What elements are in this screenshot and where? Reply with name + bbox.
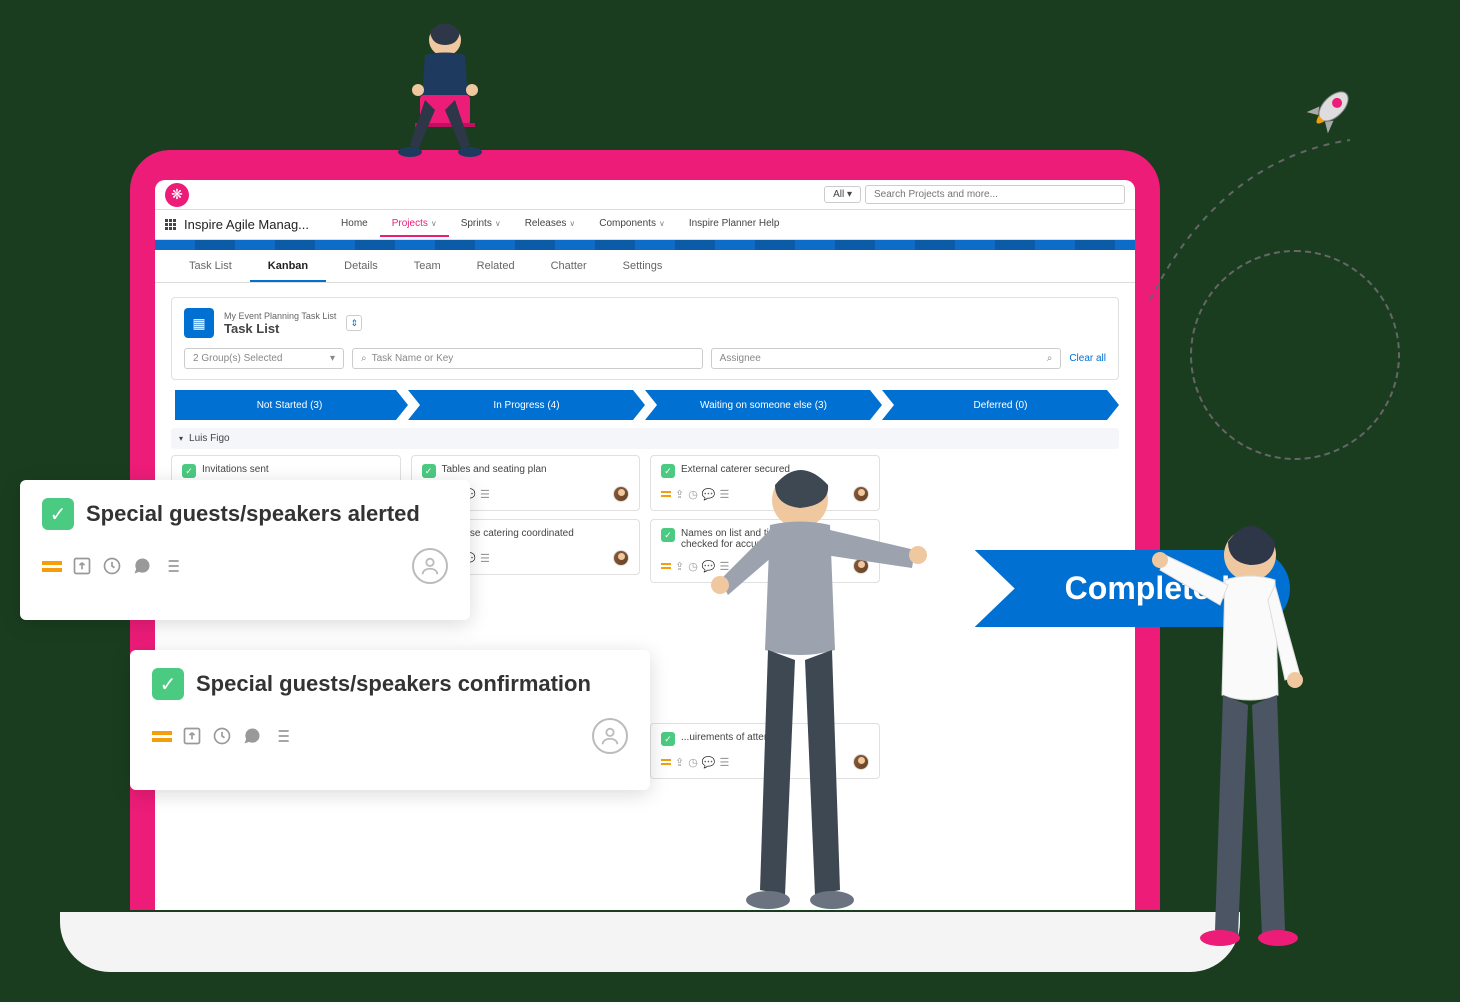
tab-settings[interactable]: Settings [605, 250, 681, 282]
upload-icon [182, 726, 202, 746]
nav-sprints[interactable]: Sprints∨ [449, 212, 513, 237]
priority-icon [152, 731, 172, 742]
task-search-placeholder: Task Name or Key [372, 353, 454, 364]
header-wave-divider [155, 240, 1135, 250]
task-list-icon: ▦ [184, 308, 214, 338]
brand-bar: ❋ All ▾ [155, 180, 1135, 210]
assignee-avatar-placeholder [592, 718, 628, 754]
search-scope-dropdown[interactable]: All ▾ [824, 186, 861, 203]
swimlane-name: Luis Figo [189, 433, 230, 444]
nav-components[interactable]: Components∨ [587, 212, 677, 237]
app-launcher-icon[interactable] [165, 219, 176, 230]
assignee-avatar [613, 486, 629, 502]
illustration-person-standing-left [670, 450, 950, 950]
tab-kanban[interactable]: Kanban [250, 250, 326, 282]
laptop-base [60, 912, 1240, 972]
tab-details[interactable]: Details [326, 250, 396, 282]
group-filter-label: 2 Group(s) Selected [193, 353, 283, 364]
card-title: Tables and seating plan [442, 464, 547, 475]
chevron-down-icon: ▾ [179, 434, 183, 443]
clock-icon [102, 556, 122, 576]
column-head-in-progress[interactable]: In Progress (4) [408, 390, 645, 420]
assignee-placeholder: Assignee [720, 353, 761, 364]
nav-inspire-planner-help[interactable]: Inspire Planner Help [677, 212, 792, 237]
comment-icon [132, 556, 152, 576]
overlay-task-card-1[interactable]: ✓ Special guests/speakers alerted [20, 480, 470, 620]
column-head-deferred[interactable]: Deferred (0) [882, 390, 1119, 420]
task-list-title: Task List [224, 321, 279, 336]
list-icon: ☰ [480, 488, 490, 501]
comment-icon [242, 726, 262, 746]
dashed-trail-curve [1140, 130, 1360, 310]
project-tabs: Task ListKanbanDetailsTeamRelatedChatter… [155, 250, 1135, 283]
chevron-down-icon: ∨ [659, 219, 665, 228]
overlay-card-title: Special guests/speakers confirmation [196, 671, 591, 697]
assignee-avatar [613, 550, 629, 566]
list-icon [272, 726, 292, 746]
card-title: Invitations sent [202, 464, 269, 475]
overlay-card-title: Special guests/speakers alerted [86, 501, 420, 527]
brand-logo-icon: ❋ [165, 183, 189, 207]
group-filter-dropdown[interactable]: 2 Group(s) Selected ▾ [184, 348, 344, 369]
check-icon: ✓ [182, 464, 196, 478]
column-head-waiting-on-someone-else[interactable]: Waiting on someone else (3) [645, 390, 882, 420]
illustration-person-standing-right [1120, 500, 1340, 970]
illustration-person-sitting [350, 10, 530, 190]
task-list-header-card: ▦ My Event Planning Task List Task List … [171, 297, 1119, 380]
list-icon: ☰ [480, 552, 490, 565]
tab-team[interactable]: Team [396, 250, 459, 282]
column-head-not-started[interactable]: Not Started (3) [171, 390, 408, 420]
clear-filters-link[interactable]: Clear all [1069, 353, 1106, 364]
rocket-icon [1300, 80, 1360, 140]
app-title: Inspire Agile Manag... [184, 217, 309, 232]
chevron-down-icon: ∨ [569, 219, 575, 228]
app-nav: Inspire Agile Manag... HomeProjects∨Spri… [155, 210, 1135, 240]
search-icon: ⌕ [1047, 353, 1053, 364]
task-search-input[interactable]: ⌕ Task Name or Key [352, 348, 703, 369]
search-scope-label: All [833, 189, 844, 200]
chevron-down-icon: ∨ [431, 219, 437, 228]
kanban-column-headers: Not Started (3)In Progress (4)Waiting on… [171, 390, 1119, 420]
assignee-avatar-placeholder [412, 548, 448, 584]
global-search-input[interactable] [865, 185, 1125, 204]
chevron-down-icon: ∨ [495, 219, 501, 228]
check-icon: ✓ [42, 498, 74, 530]
overlay-task-card-2[interactable]: ✓ Special guests/speakers confirmation [130, 650, 650, 790]
tab-chatter[interactable]: Chatter [533, 250, 605, 282]
tab-task-list[interactable]: Task List [171, 250, 250, 282]
chevron-down-icon: ▾ [330, 353, 335, 364]
task-list-eyebrow: My Event Planning Task List [224, 311, 336, 321]
nav-releases[interactable]: Releases∨ [513, 212, 588, 237]
search-icon: ⌕ [361, 353, 367, 364]
assignee-filter-input[interactable]: Assignee ⌕ [711, 348, 1062, 369]
nav-home[interactable]: Home [329, 212, 380, 237]
priority-icon [42, 561, 62, 572]
tab-related[interactable]: Related [459, 250, 533, 282]
upload-icon [72, 556, 92, 576]
check-icon: ✓ [422, 464, 436, 478]
swimlane-header[interactable]: ▾ Luis Figo [171, 428, 1119, 449]
list-icon [162, 556, 182, 576]
nav-projects[interactable]: Projects∨ [380, 212, 449, 237]
check-icon: ✓ [152, 668, 184, 700]
clock-icon [212, 726, 232, 746]
collapse-icon[interactable]: ⇕ [346, 315, 362, 331]
